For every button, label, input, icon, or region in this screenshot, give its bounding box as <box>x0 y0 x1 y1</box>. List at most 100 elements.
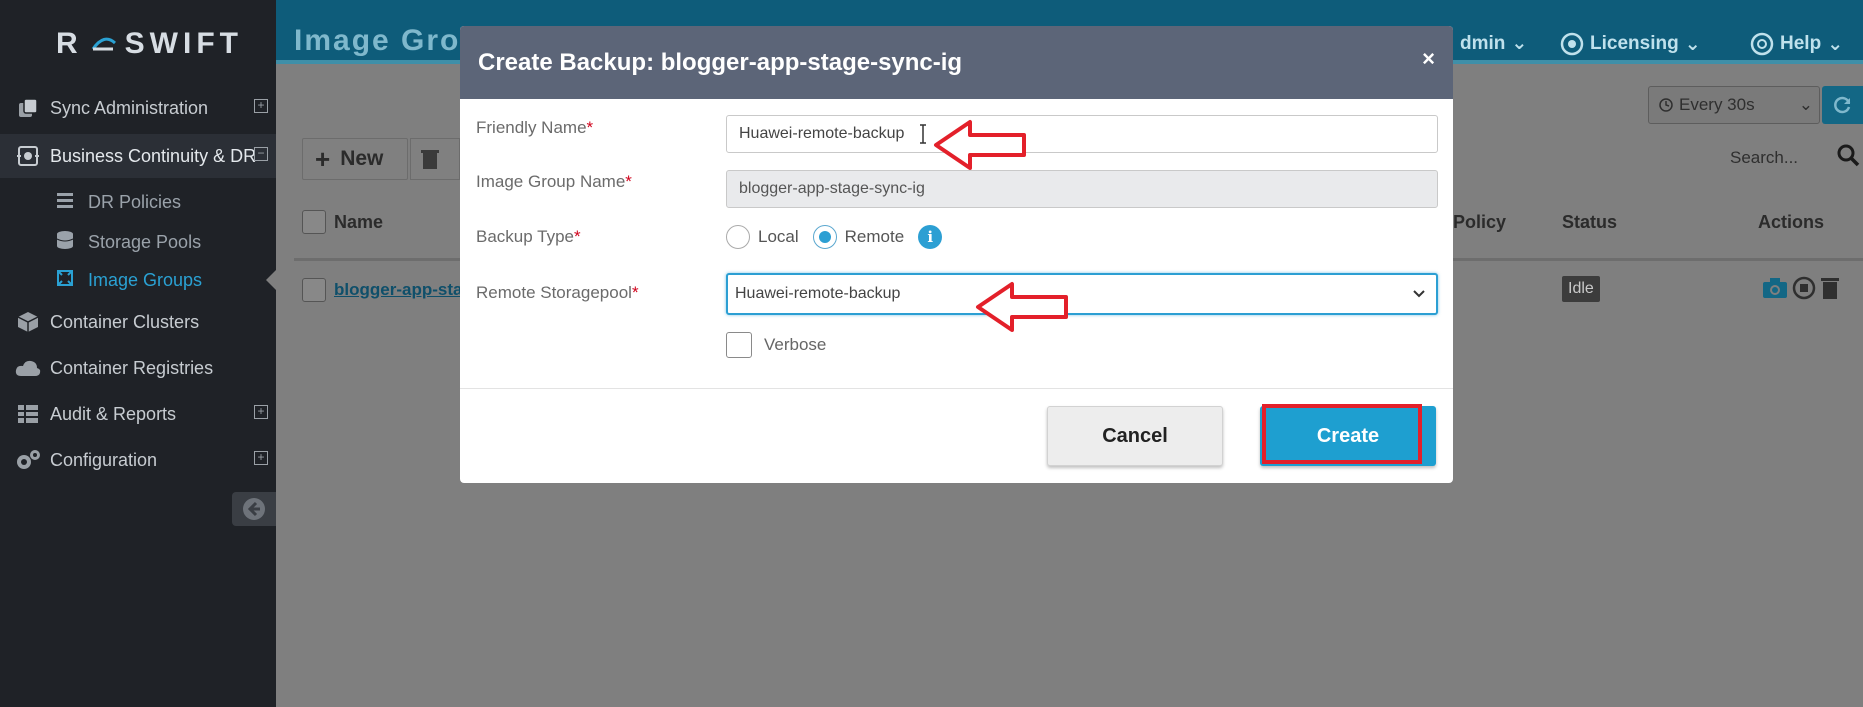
arrow-left-circle-icon <box>243 498 265 520</box>
trash-icon[interactable] <box>1820 276 1840 300</box>
backup-type-local-label[interactable]: Local <box>758 227 799 247</box>
modal-title: Create Backup: blogger-app-stage-sync-ig <box>478 49 963 76</box>
image-group-name-label-text: Image Group Name <box>476 172 626 191</box>
chevron-down-icon: ⌄ <box>1684 33 1701 55</box>
logo-text: SWIFT <box>124 27 243 60</box>
sidebar-item-label: Audit & Reports <box>50 403 177 424</box>
sidebar-item-sync-administration[interactable]: Sync Administration + <box>0 86 276 130</box>
trash-icon <box>421 150 439 169</box>
refresh-interval-value: Every 30s <box>1679 95 1755 114</box>
column-header-policy[interactable]: Policy <box>1453 212 1506 233</box>
logo-letter: R <box>56 27 83 60</box>
sidebar-item-container-registries[interactable]: Container Registries <box>0 346 276 390</box>
annotation-highlight-box <box>1262 404 1422 464</box>
search-input[interactable]: Search... <box>1730 148 1798 168</box>
user-menu-label: dmin <box>1460 32 1506 54</box>
remote-storagepool-label-text: Remote Storagepool <box>476 283 632 302</box>
sidebar-item-configuration[interactable]: Configuration + <box>0 438 276 482</box>
annotation-arrow-icon <box>976 282 1068 332</box>
refresh-icon <box>1833 96 1850 114</box>
column-header-actions: Actions <box>1758 212 1825 232</box>
backup-type-label: Backup Type* <box>476 227 581 247</box>
required-marker: * <box>631 283 639 302</box>
required-marker: * <box>586 118 594 137</box>
remote-storagepool-value: Huawei-remote-backup <box>735 285 901 302</box>
cancel-button[interactable]: Cancel <box>1047 406 1223 466</box>
help-menu[interactable]: Help ⌄ <box>1750 32 1843 56</box>
friendly-name-label-text: Friendly Name <box>476 118 587 137</box>
cube-icon <box>14 310 42 334</box>
user-menu[interactable]: dmin ⌄ <box>1460 32 1527 55</box>
close-icon[interactable]: × <box>1422 46 1435 72</box>
backup-type-local-radio[interactable] <box>726 225 750 249</box>
delete-button[interactable] <box>410 138 460 180</box>
chevron-down-icon: ⌄ <box>1511 33 1528 54</box>
image-group-icon <box>56 269 74 292</box>
refresh-interval-select[interactable]: Every 30s ⌄ <box>1648 86 1820 124</box>
verbose-checkbox[interactable] <box>726 332 752 358</box>
select-all-checkbox[interactable] <box>302 210 326 234</box>
expand-icon[interactable]: + <box>254 405 268 419</box>
sidebar-subitem-dr-policies[interactable]: DR Policies <box>0 184 276 220</box>
help-icon <box>1750 32 1774 56</box>
column-header-status[interactable]: Status <box>1562 212 1617 233</box>
sidebar-item-label: Container Registries <box>50 357 214 378</box>
sidebar-item-label: Sync Administration <box>50 97 209 118</box>
friendly-name-value: Huawei-remote-backup <box>739 125 905 142</box>
expand-icon[interactable]: + <box>254 99 268 113</box>
backup-type-remote-label[interactable]: Remote <box>845 227 905 247</box>
table-row-name-link[interactable]: blogger-app-sta <box>334 280 462 300</box>
sidebar-subitem-label: DR Policies <box>88 191 182 212</box>
new-button[interactable]: + New <box>302 138 408 180</box>
remote-storagepool-select[interactable]: Huawei-remote-backup <box>726 273 1438 315</box>
image-group-name-value: blogger-app-stage-sync-ig <box>739 180 925 197</box>
expand-icon[interactable]: + <box>254 451 268 465</box>
app-logo: R SWIFT <box>56 24 243 64</box>
list-icon <box>56 191 74 214</box>
verbose-option[interactable]: Verbose <box>726 332 826 358</box>
help-menu-label: Help <box>1780 33 1822 54</box>
new-button-label: New <box>340 147 384 170</box>
chevron-down-icon: ⌄ <box>1798 95 1813 114</box>
sidebar-subitem-label: Image Groups <box>88 269 203 290</box>
sidebar-item-audit-reports[interactable]: Audit & Reports + <box>0 392 276 436</box>
gears-icon <box>14 448 42 472</box>
backup-type-remote-radio[interactable] <box>812 225 837 249</box>
chevron-down-icon: ⌄ <box>1827 33 1844 55</box>
sidebar-subitem-label: Storage Pools <box>88 231 202 252</box>
copy-icon <box>14 96 42 120</box>
info-icon[interactable]: i <box>918 225 943 249</box>
sidebar-collapse-button[interactable] <box>232 492 276 526</box>
sidebar-subitem-image-groups[interactable]: Image Groups <box>0 262 276 298</box>
chevron-down-icon <box>1413 290 1425 298</box>
plus-icon: + <box>315 143 331 174</box>
camera-icon[interactable] <box>1762 277 1788 299</box>
sidebar-subitem-storage-pools[interactable]: Storage Pools <box>0 224 276 260</box>
sidebar: R SWIFT Sync Administration + Business C… <box>0 0 276 707</box>
column-header-name[interactable]: Name <box>334 212 383 233</box>
database-icon <box>56 230 74 255</box>
table-icon <box>14 402 42 426</box>
collapse-icon[interactable]: − <box>254 147 268 161</box>
search-icon[interactable] <box>1836 143 1860 167</box>
friendly-name-label: Friendly Name* <box>476 118 593 138</box>
backup-type-label-text: Backup Type <box>476 227 574 246</box>
annotation-arrow-icon <box>934 120 1026 170</box>
verbose-label: Verbose <box>764 335 827 354</box>
sidebar-item-container-clusters[interactable]: Container Clusters <box>0 300 276 344</box>
required-marker: * <box>573 227 581 246</box>
licensing-menu[interactable]: Licensing ⌄ <box>1560 32 1701 56</box>
sidebar-item-label: Configuration <box>50 449 158 470</box>
modal-header: Create Backup: blogger-app-stage-sync-ig… <box>460 26 1453 99</box>
friendly-name-input[interactable]: Huawei-remote-backup <box>726 115 1438 153</box>
status-badge: Idle <box>1562 276 1600 302</box>
text-cursor-icon <box>920 124 926 144</box>
row-checkbox[interactable] <box>302 278 326 302</box>
refresh-button[interactable] <box>1822 86 1863 124</box>
logo-swirl-icon <box>91 37 116 51</box>
sidebar-item-business-continuity[interactable]: Business Continuity & DR − <box>0 134 276 178</box>
create-backup-modal: Create Backup: blogger-app-stage-sync-ig… <box>460 26 1453 483</box>
stop-icon[interactable] <box>1792 276 1816 300</box>
licensing-icon <box>1560 32 1584 56</box>
required-marker: * <box>625 172 632 191</box>
